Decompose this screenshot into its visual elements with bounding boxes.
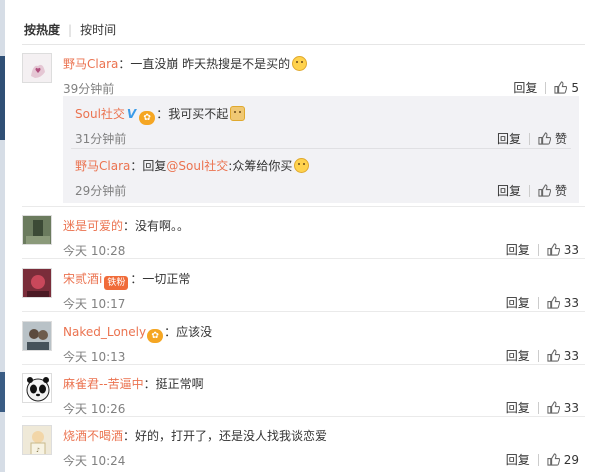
reply-button[interactable]: 回复 (506, 243, 530, 257)
reply-time: 31分钟前 (75, 132, 127, 146)
like-label: 赞 (554, 132, 567, 146)
sort-separator: | (68, 23, 73, 37)
comment-text: ：挺正常啊 (143, 377, 204, 391)
avatar[interactable] (22, 321, 52, 351)
like-button[interactable]: 33 (547, 349, 579, 363)
mention-link[interactable]: @Soul社交 (166, 159, 228, 173)
cat-emoji-icon (230, 106, 246, 121)
svg-text:♪: ♪ (36, 447, 40, 454)
verified-icon: V (126, 107, 137, 121)
like-count: 33 (563, 401, 579, 415)
sort-bar: 按热度 | 按时间 (24, 21, 116, 38)
comment-username[interactable]: 野马Clara (63, 57, 118, 71)
comment-text: ：一直没崩 昨天热搜是不是买的 (118, 57, 291, 71)
comment-divider (22, 364, 585, 365)
comment-text: ：应该没 (164, 325, 213, 339)
like-button[interactable]: 33 (547, 243, 579, 257)
comment-text: ：一切正常 (130, 272, 191, 286)
reply-button[interactable]: 回复 (506, 296, 530, 310)
comment-text: ：好的，打开了，还是没人找我谈恋爱 (123, 429, 328, 443)
comment-divider (22, 311, 585, 312)
thumbs-up-icon (547, 243, 560, 259)
comment-divider (22, 258, 585, 259)
sort-by-time-tab[interactable]: 按时间 (80, 23, 116, 37)
like-count: 5 (571, 81, 579, 95)
comment-time: 今天 10:26 (63, 402, 126, 416)
thumbs-up-icon (538, 184, 552, 200)
avatar[interactable]: ♥ (22, 53, 52, 83)
sort-by-hot-tab[interactable]: 按热度 (24, 23, 60, 37)
reply-time: 29分钟前 (75, 184, 127, 198)
left-edge-strip (0, 0, 5, 472)
thumbs-up-icon (547, 401, 560, 417)
like-label: 赞 (554, 184, 567, 198)
like-count: 33 (563, 349, 579, 363)
reply-thread: Soul社交 V ✿ ：我可买不起 31分钟前 回复赞 野马Clara：回复@Soul… (63, 96, 579, 203)
thumbs-up-icon (547, 296, 560, 312)
fan-badge: 铁粉 (104, 276, 129, 290)
like-count: 33 (563, 243, 579, 257)
reply-button[interactable]: 回复 (506, 349, 530, 363)
reply-button[interactable]: 回复 (506, 401, 530, 415)
avatar[interactable]: ♪ (22, 425, 52, 455)
comment-time: 今天 10:13 (63, 350, 126, 364)
thumbs-up-icon (538, 132, 552, 148)
avatar[interactable] (22, 215, 52, 245)
like-button[interactable]: 33 (547, 401, 579, 415)
reply-button[interactable]: 回复 (506, 453, 530, 467)
like-button[interactable]: 赞 (538, 132, 567, 146)
comment-time: 39分钟前 (63, 82, 115, 96)
reply-prefix: ：回复 (130, 159, 167, 173)
reply-username[interactable]: 野马Clara (75, 159, 130, 173)
vip-icon: ✿ (147, 329, 164, 343)
thumbs-up-icon (547, 453, 560, 469)
comment-time: 今天 10:28 (63, 244, 126, 258)
like-button[interactable]: 29 (547, 453, 579, 467)
comment-username[interactable]: Naked_Lonely (63, 325, 146, 339)
avatar[interactable] (22, 373, 52, 403)
thumbs-up-icon (554, 81, 568, 97)
like-button[interactable]: 赞 (538, 184, 567, 198)
comment-username[interactable]: 迷是可爱的 (63, 219, 123, 233)
like-count: 33 (563, 296, 579, 310)
comment-username[interactable]: 烧酒不喝酒 (63, 429, 123, 443)
comment-divider (22, 206, 585, 207)
comment-time: 今天 10:24 (63, 454, 126, 468)
thumbs-up-icon (547, 349, 560, 365)
comment-username[interactable]: 宋贰酒i (63, 272, 102, 286)
reply-text: :众筹给你买 (228, 159, 293, 173)
svg-text:♥: ♥ (35, 67, 41, 75)
vip-icon: ✿ (139, 111, 156, 125)
emoji-icon (292, 56, 308, 71)
emoji-icon (294, 158, 310, 173)
comment-time: 今天 10:17 (63, 297, 126, 311)
reply-username[interactable]: Soul社交 (75, 107, 125, 121)
comment-feed: 按热度 | 按时间 ♥ 野马Clara：一直没崩 昨天热搜是不是买的 39分钟前 回… (0, 0, 600, 472)
sort-divider (22, 44, 585, 45)
like-button[interactable]: 33 (547, 296, 579, 310)
reply-button[interactable]: 回复 (513, 81, 537, 95)
like-count: 29 (563, 453, 579, 467)
avatar[interactable] (22, 268, 52, 298)
reply-button[interactable]: 回复 (497, 132, 521, 146)
reply-button[interactable]: 回复 (497, 184, 521, 198)
comment-username[interactable]: 麻雀君--苦逼中 (63, 377, 144, 391)
like-button[interactable]: 5 (554, 81, 579, 95)
comment-divider (22, 416, 585, 417)
comment-text: ：没有啊。。 (123, 219, 190, 233)
reply-text: ：我可买不起 (156, 107, 229, 121)
